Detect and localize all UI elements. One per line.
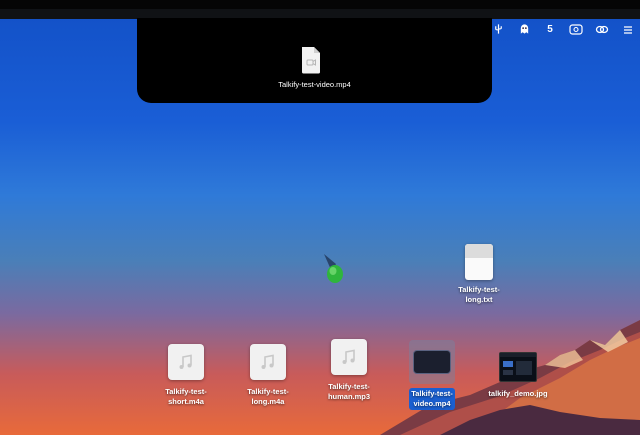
text-file-icon — [465, 244, 493, 280]
file-label-selected: Talkify-test-video.mp4 — [409, 388, 455, 410]
desktop-file-talkify-test-video-mp4[interactable]: Talkify-test-video.mp4 — [400, 340, 464, 410]
desktop-file-talkify-test-short-m4a[interactable]: Talkify-test-short.m4a — [154, 344, 218, 408]
shelf-file-label: Talkify-test-video.mp4 — [278, 80, 351, 89]
file-label: Talkify-test-long.txt — [458, 285, 500, 304]
music-file-icon — [168, 344, 204, 380]
music-file-icon — [250, 344, 286, 380]
menu-icon[interactable] — [620, 21, 636, 37]
file-label: Talkify-test-long.m4a — [247, 387, 289, 406]
file-label: Talkify-test-human.mp3 — [327, 382, 371, 401]
desktop-file-talkify-test-human-mp3[interactable]: Talkify-test-human.mp3 — [316, 339, 382, 403]
capture-icon[interactable] — [568, 21, 584, 37]
ghost-icon[interactable] — [516, 21, 532, 37]
drag-cursor-icon — [324, 254, 343, 283]
top-strip — [0, 0, 640, 9]
file-label: talkify_demo.jpg — [488, 389, 548, 398]
video-file-icon — [409, 340, 455, 384]
link-icon[interactable] — [594, 21, 610, 37]
desktop-file-talkify-demo-jpg[interactable]: talkify_demo.jpg — [480, 352, 556, 400]
usb-fork-icon[interactable] — [490, 21, 506, 37]
music-file-icon — [331, 339, 367, 375]
desktop-file-talkify-test-long-txt[interactable]: Talkify-test-long.txt — [448, 244, 510, 306]
video-file-icon[interactable] — [300, 46, 322, 74]
file-label: Talkify-test-short.m4a — [165, 387, 207, 406]
image-file-icon — [499, 352, 537, 382]
notch-shelf-panel: Talkify-test-video.mp4 — [137, 18, 492, 103]
badge-count[interactable]: 5 — [542, 21, 558, 37]
desktop-file-talkify-test-long-m4a[interactable]: Talkify-test-long.m4a — [236, 344, 300, 408]
